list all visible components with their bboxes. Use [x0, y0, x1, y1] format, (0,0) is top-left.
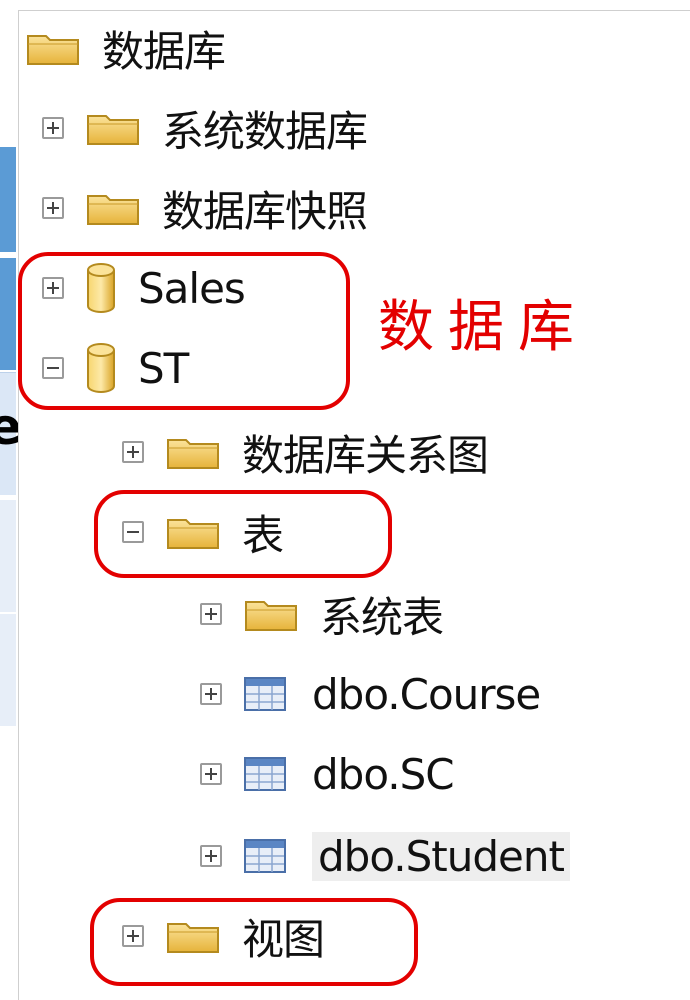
tree-node-dbo-course[interactable]: dbo.Course [200, 664, 541, 724]
tree-node-database-snapshots[interactable]: 数据库快照 [42, 178, 368, 238]
tree-node-system-tables[interactable]: 系统表 [200, 584, 444, 644]
tree-node-system-databases[interactable]: 系统数据库 [42, 98, 368, 158]
panel-block [0, 258, 16, 370]
panel-block [0, 500, 16, 612]
tree-node-databases[interactable]: 数据库 [26, 18, 226, 78]
adjacent-panel-strip: e [0, 0, 22, 999]
table-icon [244, 757, 286, 791]
tree-node-label: 数据库关系图 [242, 430, 489, 480]
annotation-ring-databases [18, 252, 350, 410]
expand-icon[interactable] [42, 117, 64, 139]
folder-icon [87, 115, 139, 145]
annotation-ring-tables [94, 490, 392, 578]
tree-node-dbo-student[interactable]: dbo.Student [200, 826, 570, 886]
tree-node-label: dbo.Course [312, 669, 541, 719]
folder-icon [87, 195, 139, 225]
folder-icon [27, 35, 79, 65]
tree-node-label: 数据库快照 [162, 186, 368, 236]
expand-icon[interactable] [200, 845, 222, 867]
tree-node-label: dbo.Student [312, 831, 570, 881]
panel-block [0, 614, 16, 726]
table-icon [244, 839, 286, 873]
tree-node-label: 数据库 [102, 26, 226, 76]
expand-icon[interactable] [200, 763, 222, 785]
tree-node-label: 系统数据库 [162, 106, 368, 156]
tree-node-label: dbo.SC [312, 749, 455, 799]
folder-icon [167, 439, 219, 469]
expand-icon[interactable] [200, 603, 222, 625]
folder-icon [245, 601, 297, 631]
annotation-ring-views [90, 898, 418, 986]
expand-icon[interactable] [42, 197, 64, 219]
tree-node-database-diagrams[interactable]: 数据库关系图 [122, 422, 489, 482]
expand-icon[interactable] [200, 683, 222, 705]
tree-node-dbo-sc[interactable]: dbo.SC [200, 744, 455, 804]
table-icon [244, 677, 286, 711]
panel-block [0, 147, 16, 252]
tree-node-label: 系统表 [320, 592, 444, 642]
annotation-label: 数据库 [378, 295, 588, 360]
expand-icon[interactable] [122, 441, 144, 463]
